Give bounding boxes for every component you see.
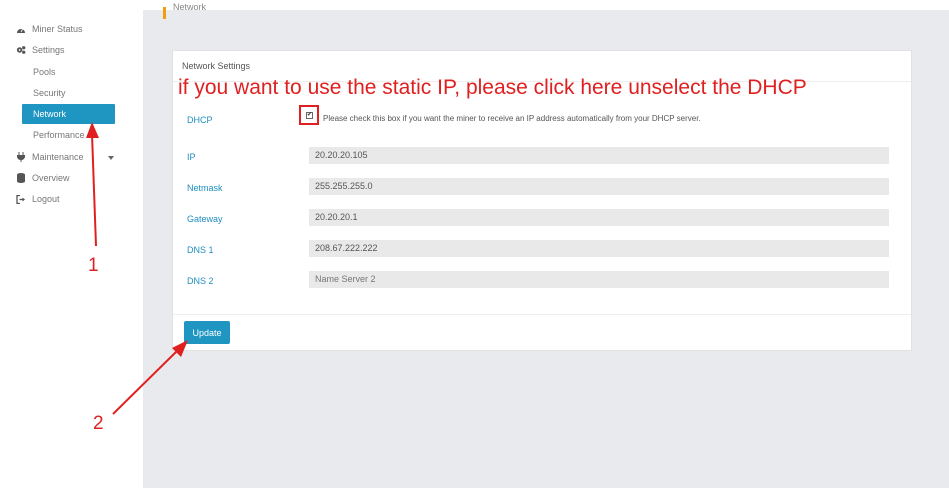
netmask-label: Netmask — [187, 183, 223, 193]
divider — [173, 314, 911, 315]
sidebar-item-label: Logout — [32, 194, 60, 204]
dns1-label: DNS 1 — [187, 245, 214, 255]
sidebar-item-label: Overview — [32, 173, 70, 183]
dns2-input[interactable]: Name Server 2 — [309, 271, 889, 288]
annotation-instruction: if you want to use the static IP, please… — [178, 76, 807, 99]
sidebar-item-label: Miner Status — [32, 24, 83, 34]
sidebar-item-performance[interactable]: Performance — [33, 125, 85, 145]
breadcrumb: Network — [173, 2, 207, 12]
dashboard-icon — [16, 24, 26, 34]
dhcp-description: Please check this box if you want the mi… — [323, 114, 701, 123]
sidebar: Miner Status Settings Pools Security Net… — [0, 0, 143, 488]
gateway-input[interactable]: 20.20.20.1 — [309, 209, 889, 226]
gateway-label: Gateway — [187, 214, 223, 224]
sidebar-item-label: Settings — [32, 45, 65, 55]
network-settings-panel: Network Settings if you want to use the … — [172, 50, 912, 351]
database-icon — [16, 173, 26, 183]
chevron-down-icon — [107, 152, 114, 162]
sidebar-item-maintenance[interactable]: Maintenance — [16, 147, 114, 167]
update-button[interactable]: Update — [184, 321, 230, 344]
sidebar-item-network[interactable]: Network — [22, 104, 115, 124]
sidebar-item-logout[interactable]: Logout — [16, 189, 60, 209]
annotation-step-1: 1 — [88, 255, 99, 276]
plug-icon — [16, 152, 26, 162]
netmask-input[interactable]: 255.255.255.0 — [309, 178, 889, 195]
breadcrumb-marker — [163, 7, 166, 19]
panel-title: Network Settings — [182, 61, 251, 71]
page: Miner Status Settings Pools Security Net… — [0, 0, 949, 488]
dns2-label: DNS 2 — [187, 276, 214, 286]
sidebar-item-pools[interactable]: Pools — [33, 62, 56, 82]
annotation-step-2: 2 — [93, 413, 104, 434]
ip-input[interactable]: 20.20.20.105 — [309, 147, 889, 164]
cogs-icon — [16, 45, 26, 55]
sidebar-item-miner-status[interactable]: Miner Status — [16, 19, 83, 39]
dns1-input[interactable]: 208.67.222.222 — [309, 240, 889, 257]
dhcp-label: DHCP — [187, 115, 213, 125]
ip-label: IP — [187, 152, 196, 162]
dhcp-checkbox[interactable]: ✔ — [306, 112, 313, 119]
sidebar-item-security[interactable]: Security — [33, 83, 66, 103]
logout-icon — [16, 194, 26, 204]
sidebar-item-overview[interactable]: Overview — [16, 168, 70, 188]
main-content: Network Network Settings if you want to … — [143, 2, 949, 488]
sidebar-item-label: Maintenance — [32, 152, 84, 162]
sidebar-item-settings[interactable]: Settings — [16, 40, 65, 60]
